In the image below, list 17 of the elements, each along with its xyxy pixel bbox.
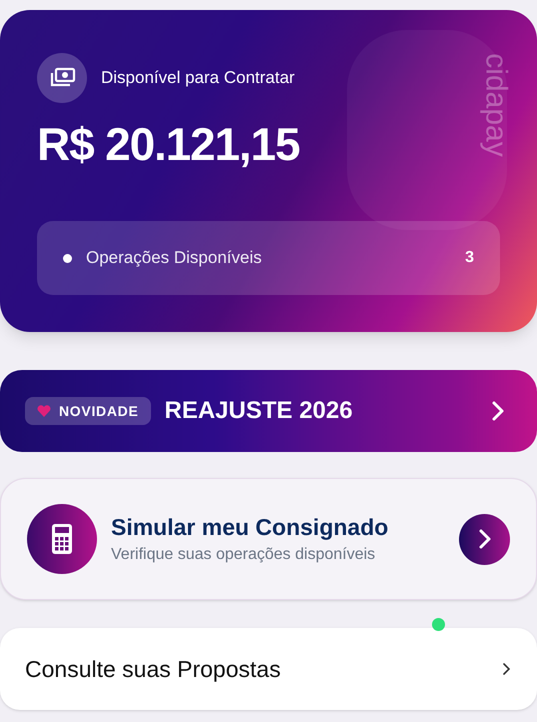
operations-count: 3 <box>465 248 474 268</box>
money-icon <box>37 53 87 103</box>
simulate-title: Simular meu Consignado <box>111 512 388 542</box>
news-banner[interactable]: NOVIDADE REAJUSTE 2026 <box>0 370 537 452</box>
chevron-icon <box>459 514 510 564</box>
banner-title: REAJUSTE 2026 <box>164 396 353 426</box>
proposals-row[interactable]: Consulte suas Propostas <box>0 628 537 710</box>
heart-icon <box>37 405 51 417</box>
chevron-icon <box>502 662 511 676</box>
brand-logo: cidapay <box>480 53 510 157</box>
simulate-subtitle: Verifique suas operações disponíveis <box>111 545 376 566</box>
operations-label: Operações Disponíveis <box>86 247 262 270</box>
bullet-icon <box>63 254 72 262</box>
balance-label: Disponível para Contratar <box>101 67 295 90</box>
badge-text: NOVIDADE <box>59 402 138 420</box>
chevron-icon <box>491 400 505 422</box>
simulate-card[interactable]: Simular meu Consignado Verifique suas operações disponíveis <box>0 478 537 600</box>
